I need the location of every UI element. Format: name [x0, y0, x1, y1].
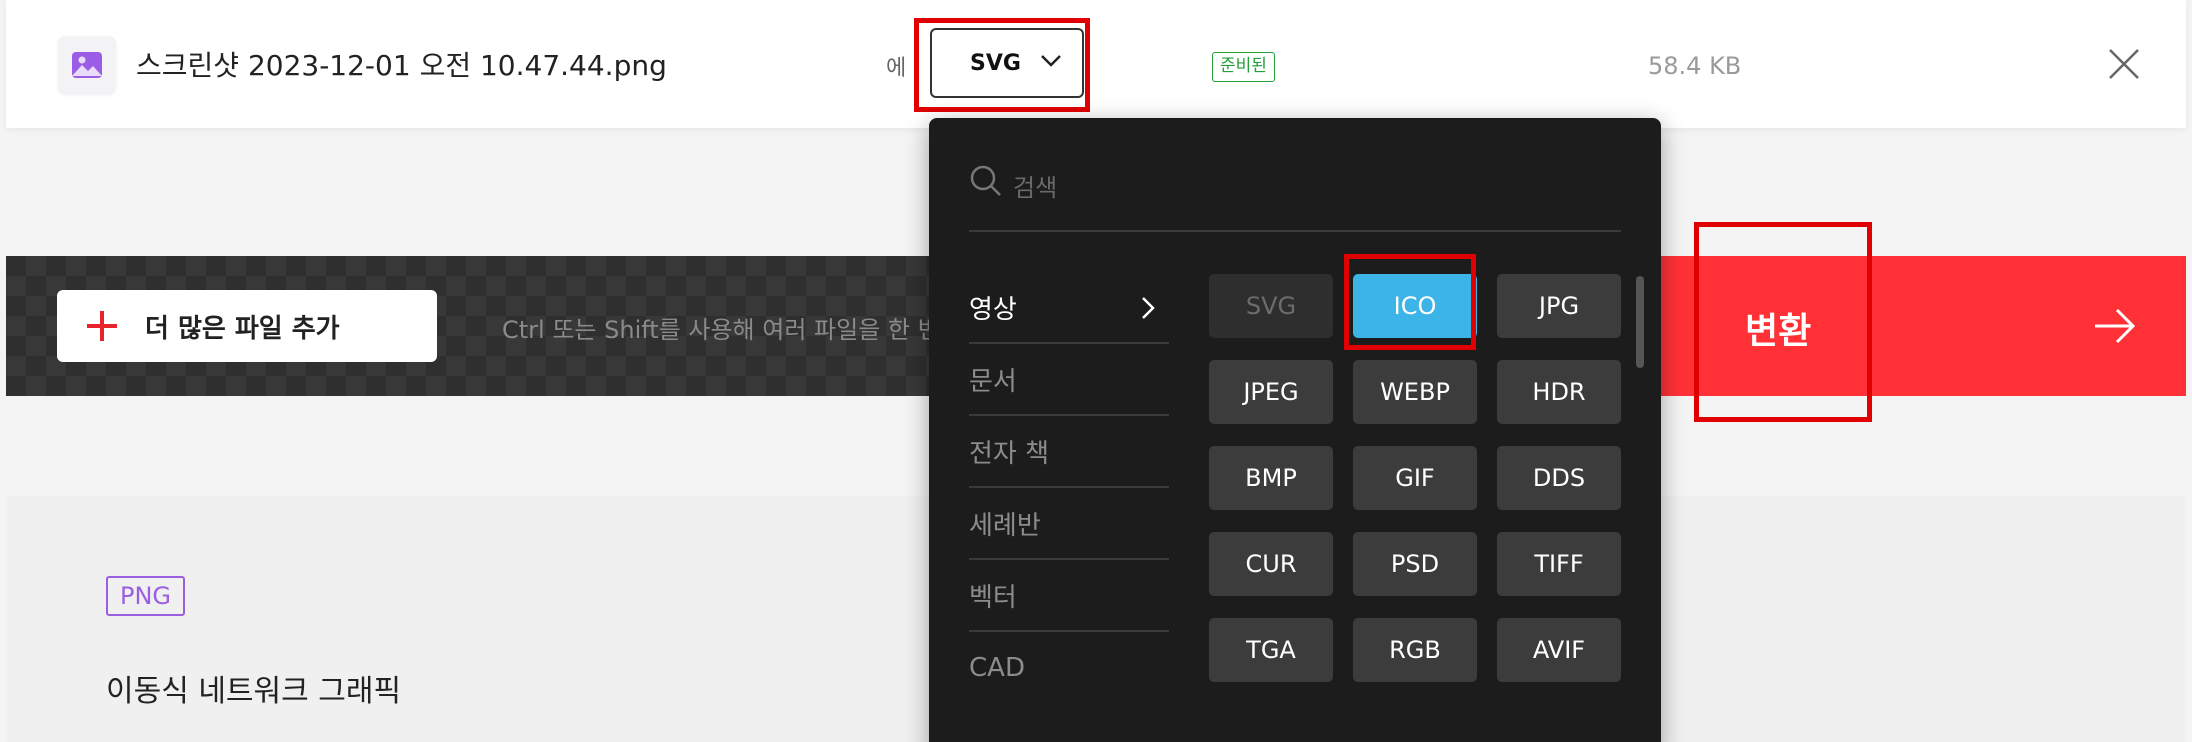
category-item-vector[interactable]: 벡터 — [969, 560, 1169, 632]
format-option-dds[interactable]: DDS — [1497, 446, 1621, 510]
category-list: 영상 문서 전자 책 세례반 벡터 CAD — [969, 272, 1169, 704]
category-item-document[interactable]: 문서 — [969, 344, 1169, 416]
format-option-avif[interactable]: AVIF — [1497, 618, 1621, 682]
category-label: CAD — [969, 653, 1025, 683]
category-label: 영상 — [969, 294, 1017, 325]
search-icon — [970, 165, 1001, 196]
add-more-files-label: 더 많은 파일 추가 — [145, 313, 340, 344]
category-label: 전자 책 — [969, 438, 1050, 469]
format-option-gif[interactable]: GIF — [1353, 446, 1477, 510]
status-badge: 준비된 — [1212, 52, 1275, 82]
format-option-jpeg[interactable]: JPEG — [1209, 360, 1333, 424]
format-option-tiff[interactable]: TIFF — [1497, 532, 1621, 596]
highlight-format-select — [914, 18, 1090, 112]
category-item-ebook[interactable]: 전자 책 — [969, 416, 1169, 488]
file-type-description: 이동식 네트워크 그래픽 — [106, 674, 402, 709]
format-option-psd[interactable]: PSD — [1353, 532, 1477, 596]
highlight-convert-button — [1694, 222, 1872, 422]
category-item-image[interactable]: 영상 — [969, 272, 1169, 344]
highlight-ico-option — [1344, 254, 1476, 350]
file-row: 스크린샷 2023-12-01 오전 10.47.44.png 에 SVG 준비… — [6, 0, 2186, 128]
file-name: 스크린샷 2023-12-01 오전 10.47.44.png — [136, 49, 667, 82]
format-search-input[interactable] — [1013, 158, 1613, 218]
arrow-right-icon — [2095, 308, 2136, 344]
format-search — [969, 158, 1621, 232]
to-label: 에 — [886, 56, 907, 81]
format-option-bmp[interactable]: BMP — [1209, 446, 1333, 510]
dropdown-scrollbar[interactable] — [1636, 276, 1644, 368]
plus-icon — [87, 311, 117, 341]
multi-select-hint: Ctrl 또는 Shift를 사용해 여러 파일을 한 번 — [502, 316, 940, 344]
category-item-font[interactable]: 세례반 — [969, 488, 1169, 560]
format-option-svg: SVG — [1209, 274, 1333, 338]
category-item-cad[interactable]: CAD — [969, 632, 1169, 704]
category-label: 벡터 — [969, 582, 1017, 613]
category-label: 문서 — [969, 366, 1017, 397]
format-option-jpg[interactable]: JPG — [1497, 274, 1621, 338]
close-icon[interactable] — [2106, 46, 2142, 82]
file-type-badge: PNG — [106, 576, 186, 616]
image-file-icon — [58, 36, 116, 94]
format-option-cur[interactable]: CUR — [1209, 532, 1333, 596]
file-size: 58.4 KB — [1648, 52, 1742, 80]
format-option-tga[interactable]: TGA — [1209, 618, 1333, 682]
format-option-hdr[interactable]: HDR — [1497, 360, 1621, 424]
category-label: 세례반 — [969, 510, 1041, 541]
format-option-webp[interactable]: WEBP — [1353, 360, 1477, 424]
chevron-right-icon — [1142, 297, 1155, 319]
add-more-files-button[interactable]: 더 많은 파일 추가 — [57, 290, 437, 362]
format-option-rgb[interactable]: RGB — [1353, 618, 1477, 682]
format-dropdown: 영상 문서 전자 책 세례반 벡터 CAD SVG ICO JPG JPEG W… — [929, 118, 1661, 742]
